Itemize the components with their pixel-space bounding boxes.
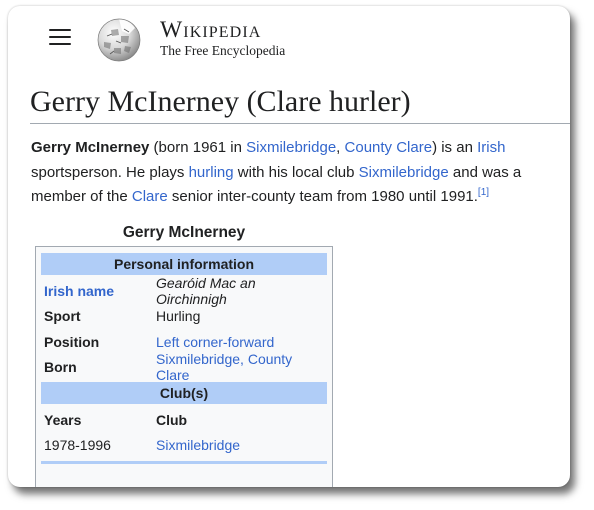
lead-text: sportsperson. He plays xyxy=(31,163,189,181)
wikipedia-globe-icon[interactable] xyxy=(94,14,144,64)
hamburger-menu-icon[interactable] xyxy=(49,27,71,47)
lead-text: senior inter-county team from 1980 until… xyxy=(167,188,478,205)
lead-text: ) is an xyxy=(432,139,478,156)
lead-subject: Gerry McInerney xyxy=(31,139,150,156)
link-sixmilebridge-club[interactable]: Sixmilebridge xyxy=(359,164,449,181)
link-position[interactable]: Left corner-forward xyxy=(156,334,274,350)
infobox-row-club-headers: Years Club xyxy=(41,407,327,433)
infobox-section-personal: Personal information xyxy=(41,253,327,275)
club-years: 1978-1996 xyxy=(44,437,111,454)
infobox-row-club: 1978-1996 Sixmilebridge xyxy=(41,433,327,459)
link-county-clare[interactable]: County Clare xyxy=(345,139,433,156)
reference-link[interactable]: [1] xyxy=(478,187,489,198)
link-hurling[interactable]: hurling xyxy=(189,164,234,181)
link-sixmilebridge[interactable]: Sixmilebridge xyxy=(246,139,336,156)
wikipedia-wordmark[interactable]: Wikipedia The Free Encyclopedia xyxy=(160,17,285,58)
infobox-row-irish-name: Irish name Gearóid Mac an Oirchinnigh xyxy=(41,274,327,307)
position-label: Position xyxy=(44,333,100,350)
infobox: Personal information Irish name Gearóid … xyxy=(35,246,333,487)
lead-text: (born 1961 in xyxy=(149,139,247,156)
sport-value: Hurling xyxy=(156,308,201,325)
born-label: Born xyxy=(44,359,77,376)
infobox-row-sport: Sport Hurling xyxy=(41,304,327,330)
years-header: Years xyxy=(44,411,82,428)
infobox-caption: Gerry McInerney xyxy=(122,224,246,241)
title-divider xyxy=(30,123,570,124)
link-clare[interactable]: Clare xyxy=(132,188,168,205)
lead-paragraph: Gerry McInerney (born 1961 in Sixmilebri… xyxy=(31,136,551,210)
infobox-next-section-edge xyxy=(41,461,327,464)
link-irish[interactable]: Irish xyxy=(477,139,505,156)
sport-label: Sport xyxy=(44,308,81,325)
page-title: Gerry McInerney (Clare hurler) xyxy=(30,85,411,118)
club-header: Club xyxy=(156,411,188,428)
article-card: Wikipedia The Free Encyclopedia Gerry Mc… xyxy=(8,6,570,487)
irish-name-value: Gearóid Mac an Oirchinnigh xyxy=(156,274,256,307)
born-separator: , xyxy=(240,351,248,368)
infobox-row-born: Born Sixmilebridge, County Clare xyxy=(41,351,327,383)
infobox-section-clubs: Club(s) xyxy=(41,382,327,404)
lead-text: , xyxy=(336,139,345,156)
wordmark-title: Wikipedia xyxy=(160,17,262,43)
wordmark-tagline: The Free Encyclopedia xyxy=(160,43,286,58)
link-club[interactable]: Sixmilebridge xyxy=(156,437,240,453)
link-born-place[interactable]: Sixmilebridge xyxy=(156,351,240,367)
lead-text: with his local club xyxy=(233,163,359,181)
link-irish-name[interactable]: Irish name xyxy=(44,283,114,299)
